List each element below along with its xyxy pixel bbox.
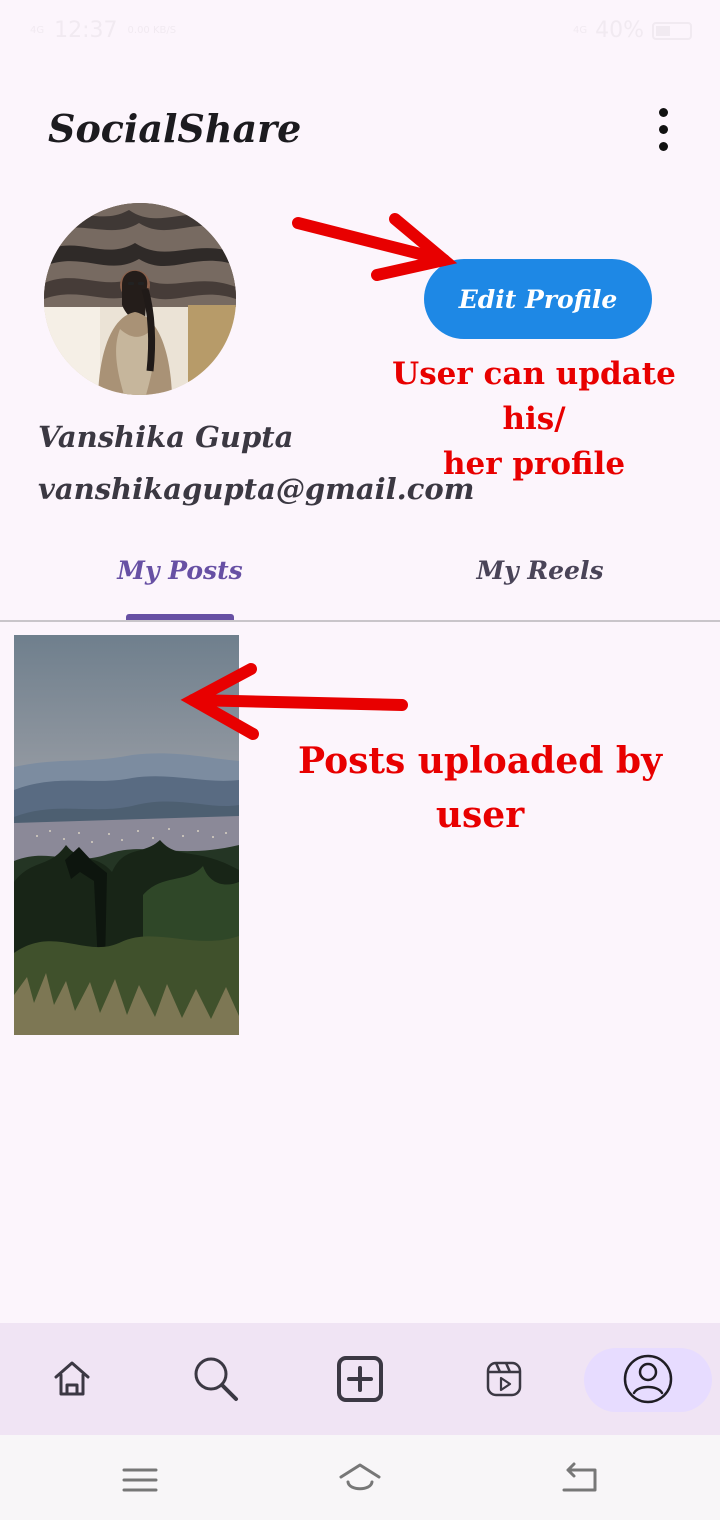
tab-my-reels[interactable]: My Reels bbox=[360, 556, 720, 585]
system-home-icon bbox=[339, 1463, 381, 1491]
add-icon[interactable] bbox=[328, 1347, 392, 1411]
status-bar: 4G 12:37 0.00 KB/S 4G 40% bbox=[0, 0, 720, 64]
overflow-menu-button[interactable] bbox=[644, 104, 684, 156]
menu-dot bbox=[659, 108, 668, 117]
home-icon bbox=[54, 1361, 90, 1396]
edit-profile-annotation: User can update his/ her profile bbox=[365, 352, 703, 487]
status-time: 12:37 bbox=[54, 18, 118, 43]
profile-tabs: My Posts My Reels bbox=[0, 548, 720, 622]
profile-name: Vanshika Gupta bbox=[38, 420, 294, 454]
recent-apps-button[interactable] bbox=[116, 1458, 164, 1502]
search-icon[interactable] bbox=[184, 1347, 248, 1411]
profile-icon[interactable] bbox=[616, 1347, 680, 1411]
back-button[interactable] bbox=[556, 1458, 604, 1502]
battery-percent: 40% bbox=[595, 18, 644, 43]
menu-dot bbox=[659, 142, 668, 151]
post-thumbnail[interactable] bbox=[14, 635, 239, 1035]
data-speed: 0.00 KB/S bbox=[127, 24, 177, 36]
bottom-navigation bbox=[0, 1323, 720, 1435]
status-left: 4G 12:37 0.00 KB/S bbox=[30, 18, 176, 43]
post-image bbox=[14, 635, 239, 1035]
system-home-button[interactable] bbox=[336, 1458, 384, 1502]
network-right: 4G bbox=[572, 24, 588, 36]
edit-profile-button[interactable]: Edit Profile bbox=[424, 259, 652, 339]
reels-icon[interactable] bbox=[472, 1347, 536, 1411]
system-navigation-bar bbox=[0, 1435, 720, 1520]
search-icon bbox=[194, 1357, 238, 1401]
profile-icon bbox=[623, 1354, 673, 1404]
posts-annotation-line1: Posts uploaded by bbox=[297, 740, 663, 782]
home-icon[interactable] bbox=[40, 1347, 104, 1411]
edit-profile-annotation-line1: User can update his/ bbox=[392, 356, 676, 437]
profile-avatar[interactable] bbox=[44, 203, 236, 395]
app-title: SocialShare bbox=[48, 106, 302, 151]
tab-divider bbox=[0, 620, 720, 622]
recent-apps-icon bbox=[122, 1468, 158, 1492]
menu-dot bbox=[659, 125, 668, 134]
add-icon bbox=[337, 1356, 383, 1402]
avatar-image bbox=[44, 203, 236, 395]
status-right: 4G 40% bbox=[573, 18, 692, 43]
tab-my-posts[interactable]: My Posts bbox=[0, 556, 360, 585]
reels-icon bbox=[486, 1361, 522, 1397]
profile-email: vanshikagupta@gmail.com bbox=[38, 472, 475, 506]
back-icon bbox=[562, 1462, 597, 1492]
posts-annotation-line2: user bbox=[435, 794, 525, 836]
battery-icon bbox=[652, 21, 692, 40]
edit-profile-arrow bbox=[292, 213, 458, 281]
network-left: 4G bbox=[30, 24, 45, 36]
posts-annotation: Posts uploaded by user bbox=[294, 734, 666, 842]
